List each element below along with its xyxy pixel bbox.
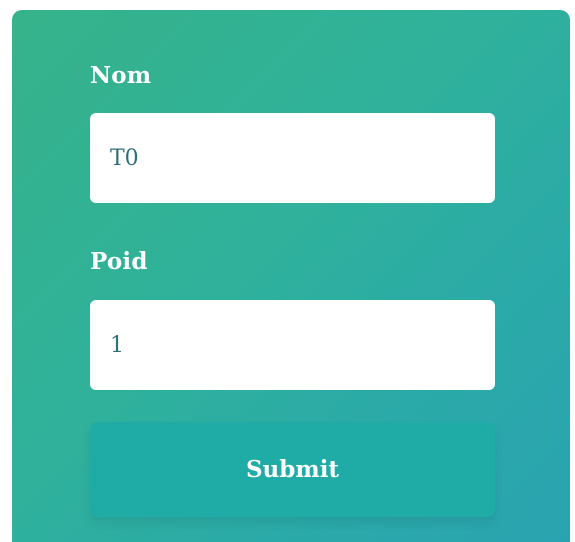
poid-label: Poid <box>90 248 148 275</box>
submit-button[interactable]: Submit <box>90 422 495 517</box>
form-card: Nom Poid Submit <box>12 10 570 542</box>
nom-label: Nom <box>90 62 152 89</box>
nom-input[interactable] <box>90 113 495 203</box>
poid-input[interactable] <box>90 300 495 390</box>
